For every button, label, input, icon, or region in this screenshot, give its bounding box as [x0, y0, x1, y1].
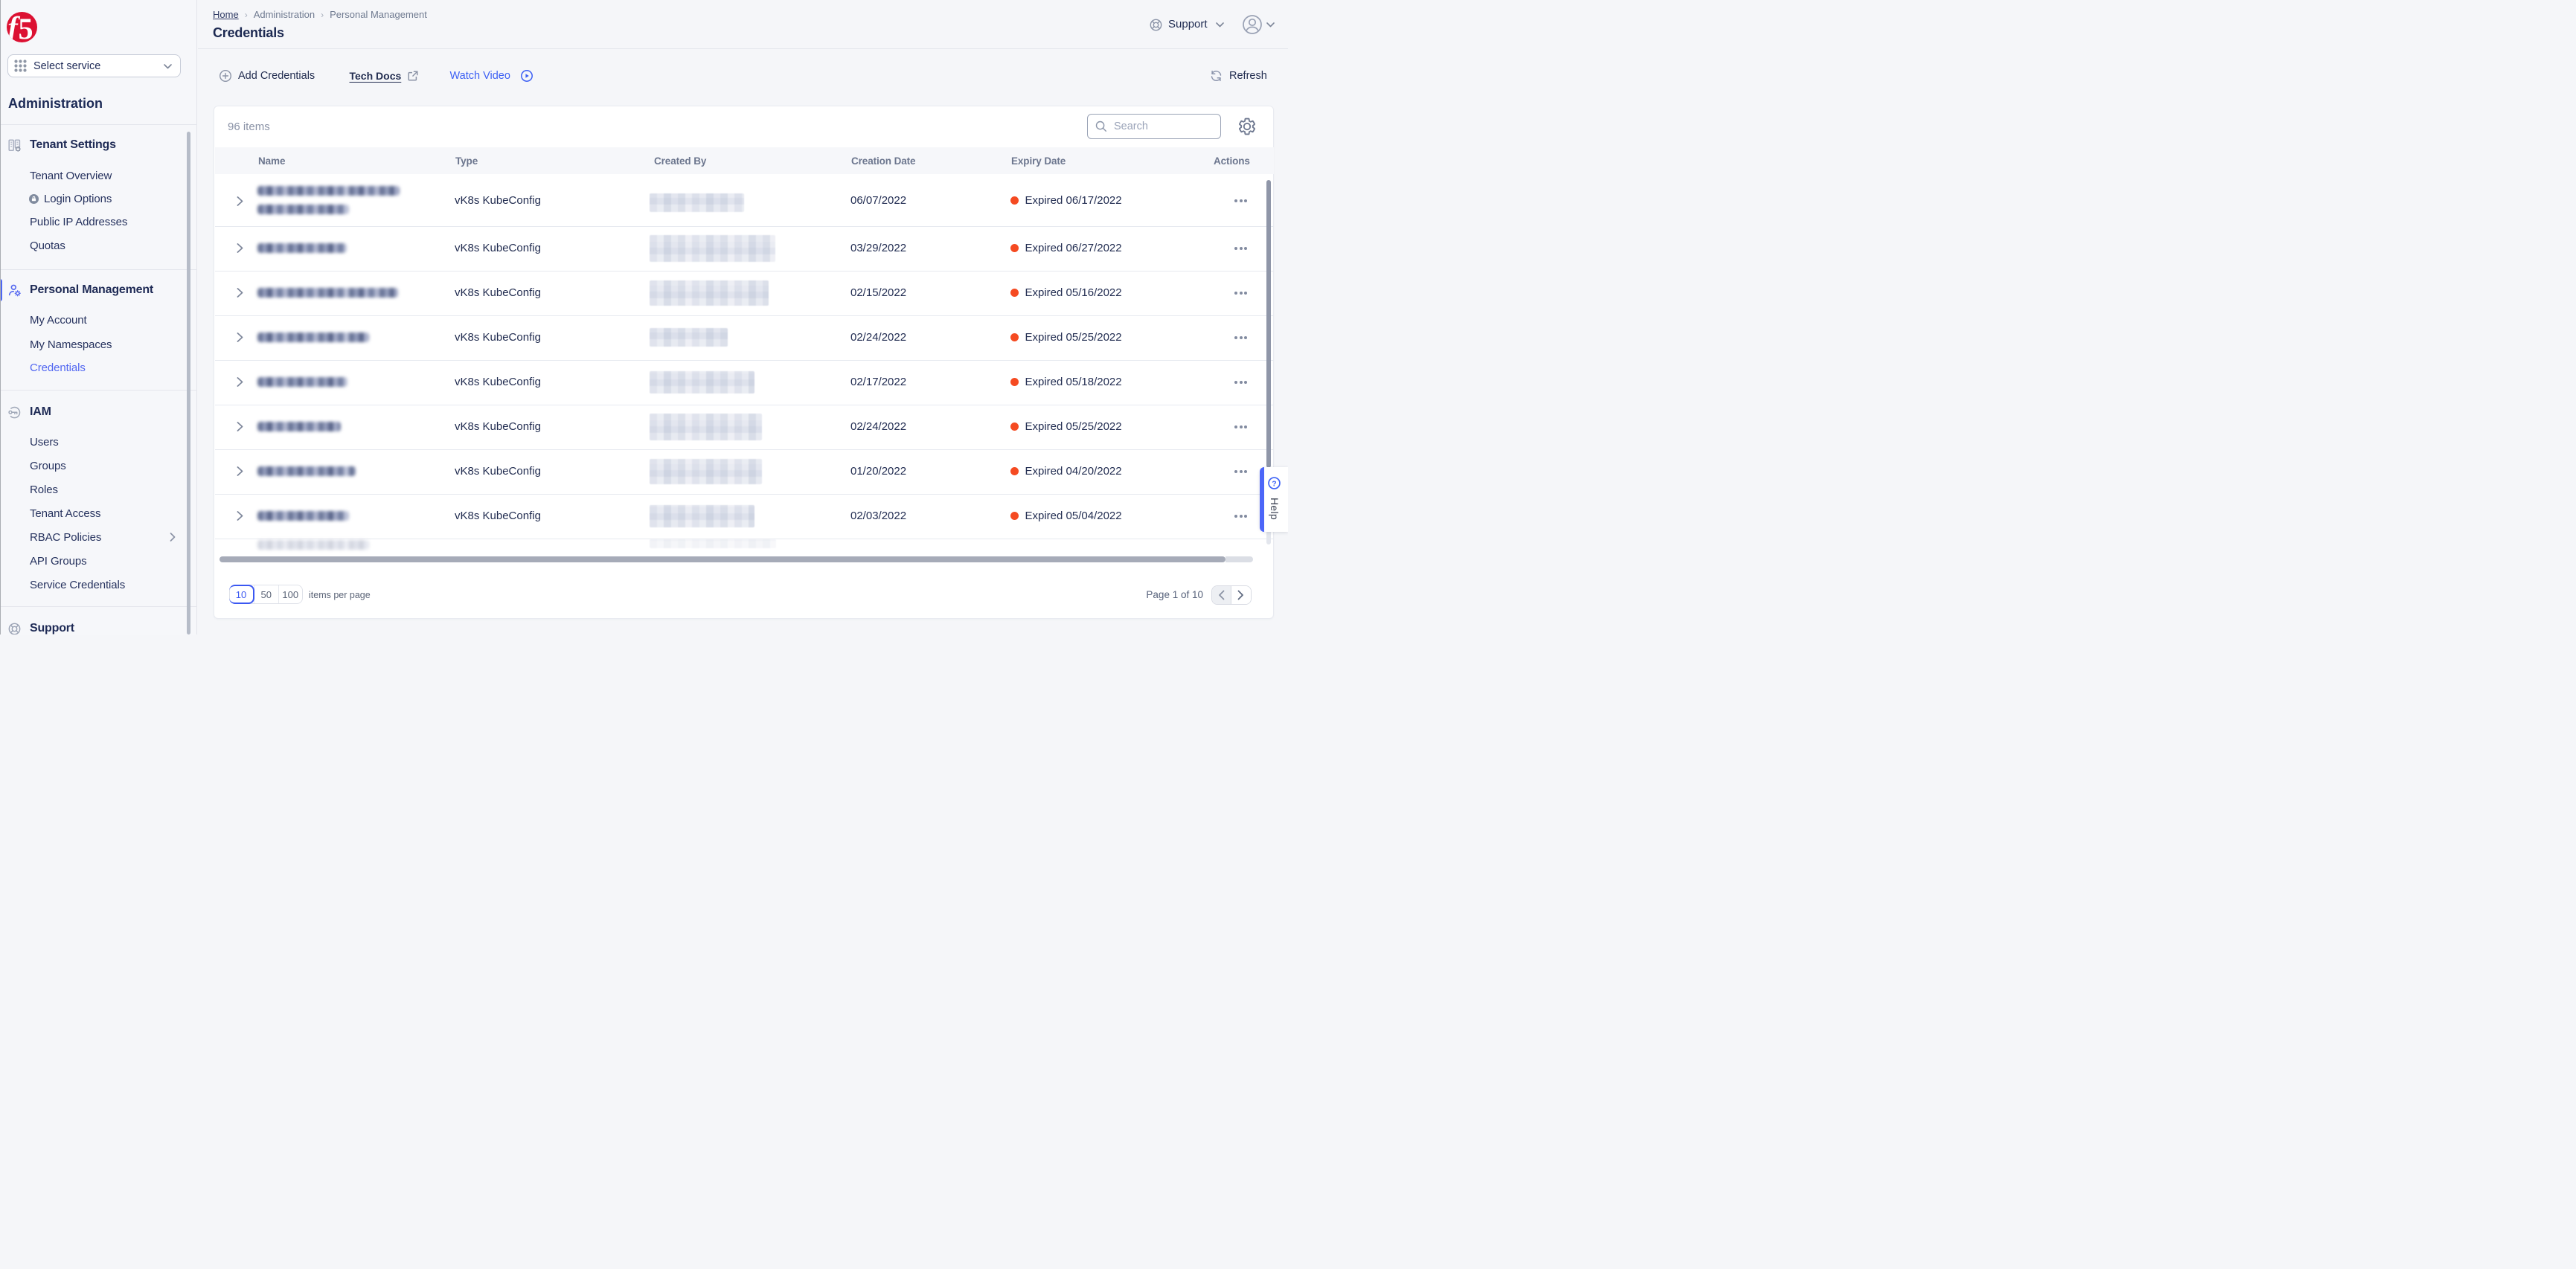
svg-text:5: 5: [19, 12, 33, 42]
svg-text:?: ?: [1272, 480, 1276, 488]
